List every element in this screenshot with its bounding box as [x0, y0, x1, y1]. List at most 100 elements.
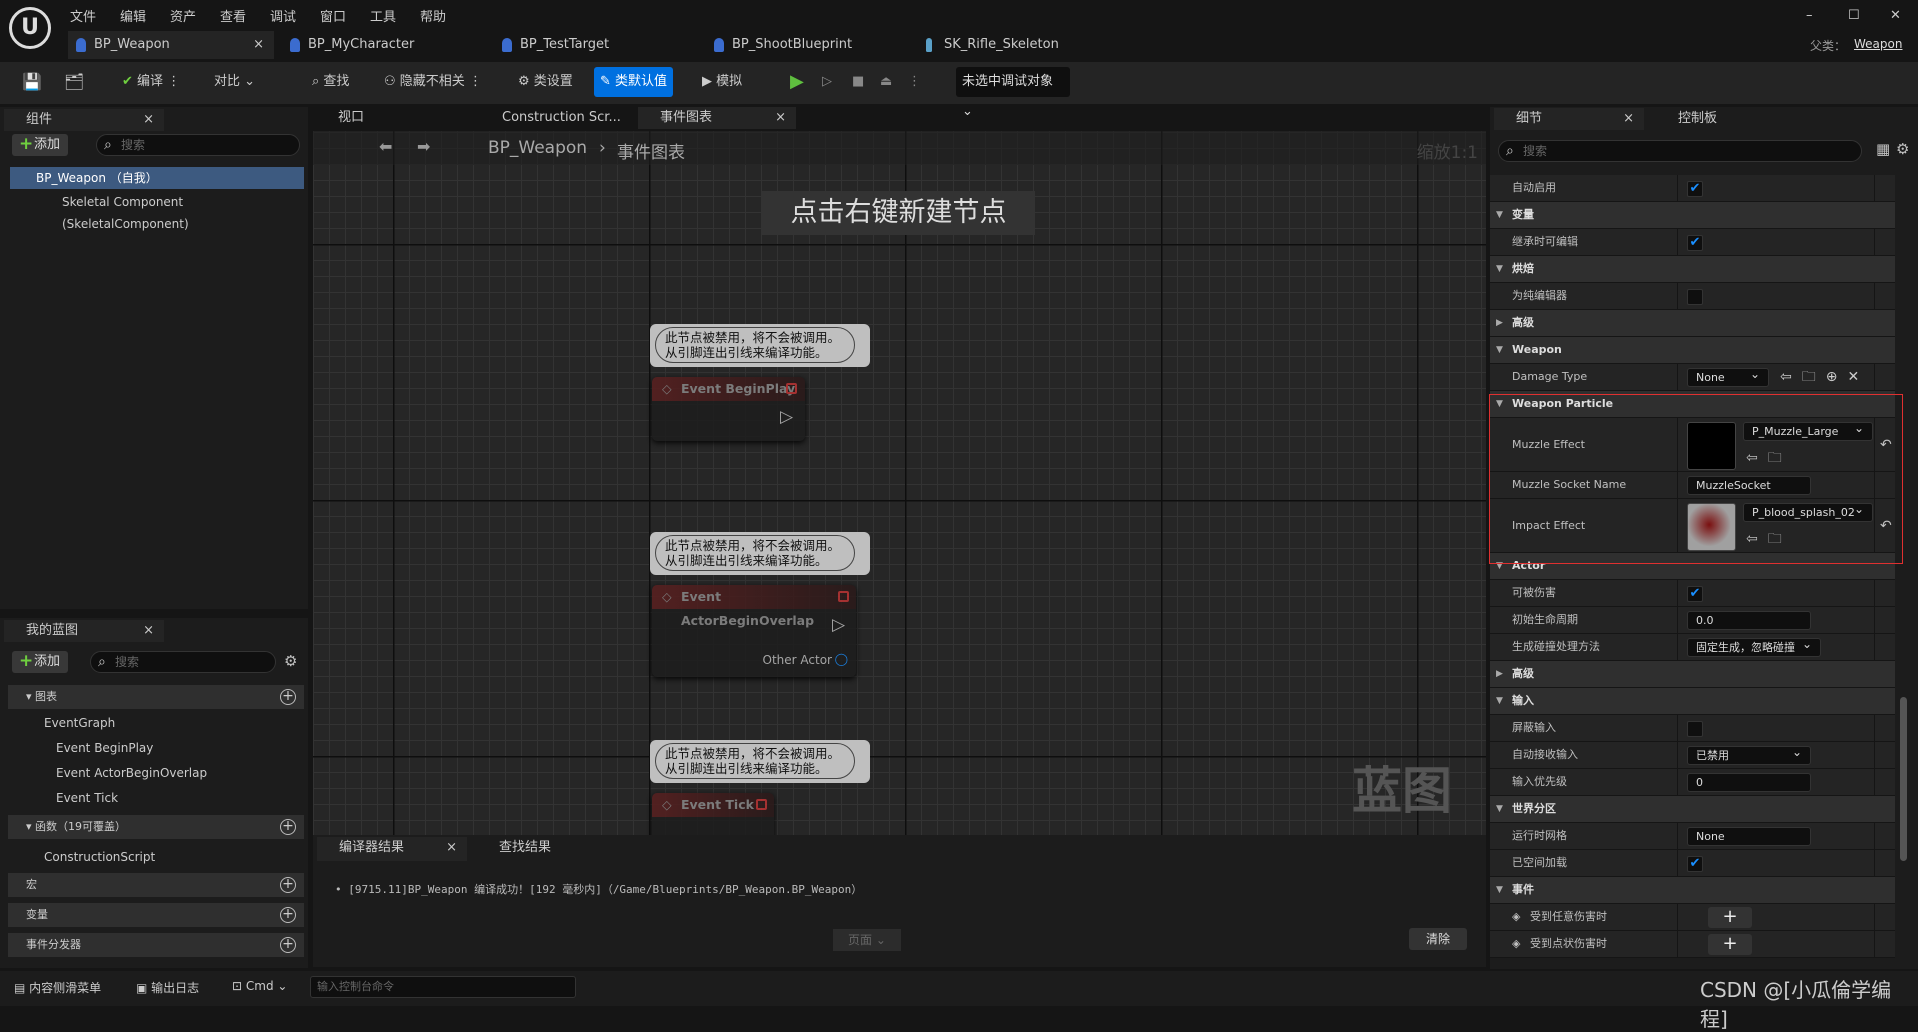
checkbox[interactable]: [1687, 721, 1703, 737]
grid-view-icon[interactable]: ▦: [1876, 140, 1890, 158]
parent-class-link[interactable]: Weapon: [1854, 37, 1902, 51]
component-item-skeletal[interactable]: Skeletal Component (SkeletalComponent): [40, 191, 304, 231]
eject-icon[interactable]: ⏏: [874, 67, 898, 97]
close-tab-icon[interactable]: ×: [253, 31, 264, 59]
exec-pin-icon[interactable]: ▷: [832, 615, 845, 635]
play-icon[interactable]: ▶: [784, 67, 810, 97]
expand-arrow-icon[interactable]: ▼: [1496, 202, 1503, 228]
section-graphs[interactable]: ▾ 图表 +: [8, 685, 304, 709]
step-icon[interactable]: ▷: [816, 67, 838, 97]
section-dispatchers[interactable]: 事件分发器 +: [8, 933, 304, 957]
expand-arrow-icon[interactable]: ▼: [1496, 877, 1503, 903]
menu-debug[interactable]: 调试: [270, 6, 296, 25]
details-scrollbar[interactable]: [1900, 697, 1907, 861]
event-graph-item[interactable]: EventGraph: [8, 712, 304, 734]
class-defaults-button[interactable]: ✎ 类默认值: [594, 67, 674, 97]
category-世界分区[interactable]: ▼ 世界分区: [1490, 796, 1895, 823]
dropdown[interactable]: 固定生成，忽略碰撞: [1687, 636, 1821, 657]
settings-gear-icon[interactable]: ⚙: [284, 652, 297, 670]
doc-tab-bp-testtarget[interactable]: BP_TestTarget: [494, 31, 609, 59]
text-input[interactable]: 0.0: [1687, 611, 1811, 630]
tab-components[interactable]: 组件 ×: [4, 109, 164, 131]
checkbox[interactable]: ✔: [1687, 856, 1703, 872]
tab-my-blueprint[interactable]: 我的蓝图 ×: [4, 620, 164, 642]
clear-button[interactable]: 清除: [1409, 928, 1467, 950]
settings-gear-icon[interactable]: ⚙: [1896, 140, 1909, 158]
checkbox[interactable]: ✔: [1687, 235, 1703, 251]
content-drawer-button[interactable]: ▤ 内容侧滑菜单: [14, 979, 101, 996]
close-tab-icon[interactable]: ×: [143, 109, 154, 131]
category-高级[interactable]: ▶ 高级: [1490, 310, 1895, 337]
category-weapon[interactable]: ▼ Weapon: [1490, 337, 1895, 364]
clear-icon[interactable]: ✕: [1847, 369, 1869, 385]
menu-help[interactable]: 帮助: [420, 6, 446, 25]
node-event-beginplay[interactable]: Event BeginPlay ▷: [652, 377, 805, 441]
compile-button[interactable]: ✔ 编译 ⋮: [116, 67, 186, 97]
menu-edit[interactable]: 编辑: [120, 6, 146, 25]
page-dropdown[interactable]: 页面 ⌄: [833, 929, 901, 951]
collapse-arrow-icon[interactable]: ▶: [1496, 310, 1503, 336]
add-component-button[interactable]: 添加: [12, 133, 69, 156]
object-pin-icon[interactable]: ◯: [835, 652, 848, 666]
node-event-tick[interactable]: Event Tick: [652, 793, 774, 835]
doc-tab-sk-rifle-skeleton[interactable]: SK_Rifle_Skeleton: [918, 31, 1059, 59]
expand-arrow-icon[interactable]: ▼: [1496, 337, 1503, 363]
tab-compiler-results[interactable]: 编译器结果 ×: [317, 837, 467, 861]
add-function-icon[interactable]: +: [280, 819, 296, 835]
tab-details[interactable]: 细节 ×: [1494, 108, 1644, 130]
text-input[interactable]: 0: [1687, 773, 1811, 792]
find-button[interactable]: ⌕ 查找: [306, 67, 355, 97]
add-blueprint-member-button[interactable]: 添加: [12, 650, 69, 673]
dropdown[interactable]: 已禁用: [1687, 744, 1811, 765]
tab-construction-script[interactable]: Construction Scr...: [480, 107, 630, 129]
checkbox[interactable]: [1687, 289, 1703, 305]
close-window-button[interactable]: ✕: [1890, 8, 1901, 23]
expand-arrow-icon[interactable]: ▼: [1496, 256, 1503, 282]
add-event-button[interactable]: +: [1708, 907, 1752, 928]
doc-tab-bp-shootblueprint[interactable]: BP_ShootBlueprint: [706, 31, 852, 59]
delegate-pin-icon[interactable]: [786, 383, 797, 394]
tab-palette[interactable]: 控制板: [1656, 108, 1717, 130]
category-变量[interactable]: ▼ 变量: [1490, 202, 1895, 229]
cmd-dropdown[interactable]: ⊡ Cmd ⌄: [232, 979, 287, 993]
delegate-pin-icon[interactable]: [838, 591, 849, 602]
checkbox[interactable]: ✔: [1687, 586, 1703, 602]
add-macro-icon[interactable]: +: [280, 877, 296, 893]
delegate-pin-icon[interactable]: [756, 799, 767, 810]
section-variables[interactable]: 变量 +: [8, 903, 304, 927]
browse-icon[interactable]: 🗂: [58, 67, 90, 97]
details-search-input[interactable]: 搜索: [1498, 140, 1862, 162]
add-variable-icon[interactable]: +: [280, 907, 296, 923]
breadcrumb-root[interactable]: BP_Weapon: [488, 138, 587, 158]
class-settings-button[interactable]: ⚙ 类设置: [512, 67, 579, 97]
maximize-button[interactable]: ☐: [1848, 8, 1860, 23]
add-dispatcher-icon[interactable]: +: [280, 937, 296, 953]
diff-button[interactable]: 对比 ⌄: [208, 67, 261, 97]
expand-arrow-icon[interactable]: ▼: [1496, 688, 1503, 714]
checkbox[interactable]: ✔: [1687, 181, 1703, 197]
text-input[interactable]: None: [1687, 827, 1811, 846]
event-item[interactable]: Event ActorBeginOverlap: [8, 762, 304, 784]
menu-view[interactable]: 查看: [220, 6, 246, 25]
hide-unrelated-button[interactable]: ⚇ 隐藏不相关 ⋮: [378, 67, 488, 97]
section-functions[interactable]: ▾ 函数（19可覆盖） +: [8, 815, 304, 839]
menu-file[interactable]: 文件: [70, 6, 96, 25]
browse-icon[interactable]: 🗀: [1802, 369, 1826, 385]
menu-tools[interactable]: 工具: [370, 6, 396, 25]
unreal-logo-icon[interactable]: U: [9, 7, 51, 49]
node-event-actorbeginoverlap[interactable]: Event ActorBeginOverlap▷ Other Actor◯: [652, 585, 856, 677]
collapse-arrow-icon[interactable]: ▶: [1496, 661, 1503, 687]
event-graph-canvas[interactable]: ⬅ ➡ BP_Weapon › 事件图表 缩放1:1 点击右键新建节点 蓝图 此…: [313, 131, 1486, 835]
tab-event-graph[interactable]: 事件图表 ×: [638, 107, 796, 129]
forward-arrow-icon[interactable]: ➡: [417, 137, 430, 156]
simulate-button[interactable]: ▶ 模拟: [696, 67, 748, 97]
doc-tab-bp-weapon[interactable]: BP_Weapon ×: [68, 31, 274, 59]
close-tab-icon[interactable]: ×: [1623, 108, 1634, 130]
add-event-button[interactable]: +: [1708, 934, 1752, 955]
save-icon[interactable]: 💾: [16, 67, 48, 97]
add-icon[interactable]: ⊕: [1826, 369, 1848, 385]
tab-viewport[interactable]: 视口: [316, 107, 456, 129]
output-log-button[interactable]: ▣ 输出日志: [136, 979, 199, 996]
close-tab-icon[interactable]: ×: [446, 837, 457, 859]
add-graph-icon[interactable]: +: [280, 689, 296, 705]
